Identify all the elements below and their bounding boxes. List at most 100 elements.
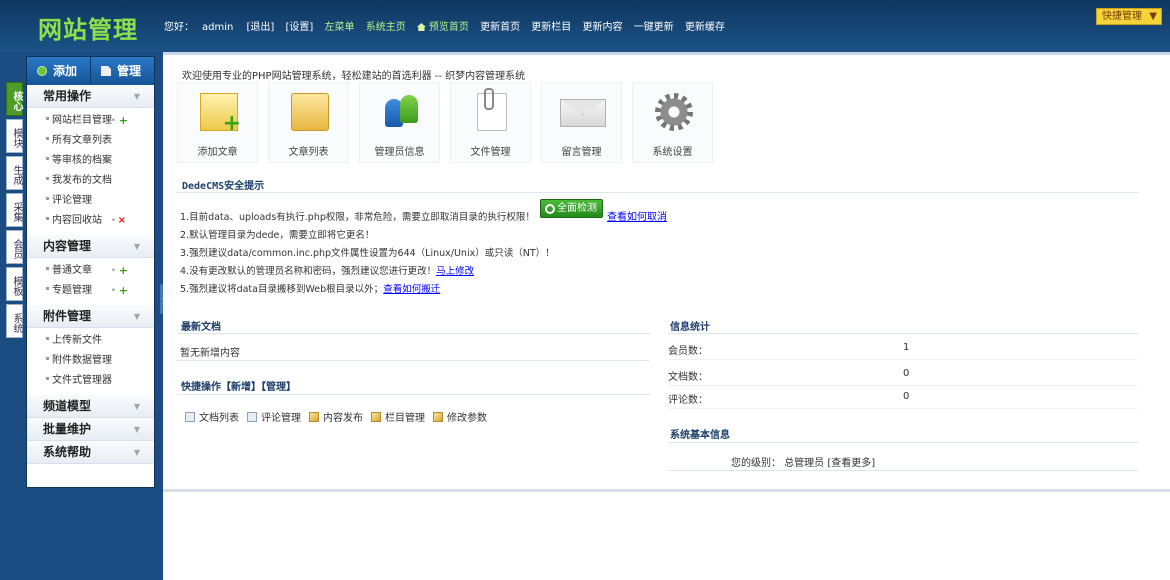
- section-help[interactable]: 系统帮助 ▼: [27, 441, 154, 464]
- update-content-link[interactable]: 更新内容: [582, 22, 622, 33]
- tab-templates[interactable]: 模板: [6, 267, 23, 301]
- quick-add-article[interactable]: 添加文章: [177, 82, 258, 163]
- update-column-link[interactable]: 更新栏目: [531, 22, 571, 33]
- quick-file-manage[interactable]: 文件管理: [450, 82, 531, 163]
- add-icon[interactable]: +: [119, 111, 128, 131]
- quick-ops-add-link[interactable]: 【新增】: [221, 382, 261, 393]
- logo-text: 网站管理: [38, 16, 138, 44]
- divider: [668, 470, 1138, 471]
- recent-docs-title: 最新文档: [181, 322, 221, 333]
- bullet-icon: [46, 117, 49, 120]
- sysinfo-title: 系统基本信息: [670, 430, 730, 441]
- menu-item-comments[interactable]: 评论管理: [27, 191, 154, 211]
- update-all-link[interactable]: 一键更新: [634, 22, 674, 33]
- menu-item-attachment-data[interactable]: 附件数据管理: [27, 351, 154, 371]
- quick-icon-label: 添加文章: [197, 147, 238, 158]
- section-title: 附件管理: [43, 309, 92, 323]
- section-content-manage[interactable]: 内容管理 ▼: [27, 235, 154, 258]
- top-header: 网站管理 您好： admin [退出] [设置] 左菜单 系统主页 预览首页 更新…: [0, 0, 1170, 52]
- quick-guestbook[interactable]: 留言管理: [541, 82, 622, 163]
- section-batch[interactable]: 批量维护 ▼: [27, 418, 154, 441]
- quick-op-comments[interactable]: 评论管理: [247, 409, 301, 424]
- tab-collect[interactable]: 采集: [6, 193, 23, 227]
- preview-home-link[interactable]: 预览首页: [416, 22, 469, 33]
- stat-label: 文档数：: [668, 372, 708, 383]
- section-common-ops-items: 网站栏目管理 • + 所有文章列表 等审核的档案 我发布的文档 评论管理 内容回收站…: [27, 108, 154, 235]
- tab-modules[interactable]: 模块: [6, 119, 23, 153]
- tab-system[interactable]: 系统: [6, 304, 23, 338]
- menu-item-upload[interactable]: 上传新文件: [27, 331, 154, 351]
- tab-generate[interactable]: 生成: [6, 156, 23, 190]
- left-menu-link[interactable]: 左菜单: [325, 22, 355, 33]
- bullet-icon: [46, 157, 49, 160]
- add-article-icon: [200, 93, 241, 136]
- section-title: 系统帮助: [43, 445, 92, 459]
- tab-core[interactable]: 核心: [6, 82, 23, 116]
- clear-icon[interactable]: ×: [118, 211, 126, 231]
- menu-item-file-manager[interactable]: 文件式管理器: [27, 371, 154, 391]
- section-content-items: 普通文章 • + 专题管理 • +: [27, 258, 154, 305]
- manage-tab-button[interactable]: 管理: [90, 57, 154, 85]
- paperclip-file-icon: [477, 88, 507, 131]
- update-home-link[interactable]: 更新首页: [480, 22, 520, 33]
- document-icon: [185, 411, 195, 422]
- see-more-link[interactable]: [查看更多]: [827, 458, 875, 469]
- bullet-icon: [46, 177, 49, 180]
- tab-members[interactable]: 会员: [6, 230, 23, 264]
- section-title: 批量维护: [43, 422, 92, 436]
- quick-op-doc-list[interactable]: 文档列表: [185, 409, 239, 424]
- quick-op-columns[interactable]: 栏目管理: [371, 409, 425, 424]
- stat-value: 1: [903, 342, 910, 353]
- quick-admin-info[interactable]: 管理员信息: [359, 82, 440, 163]
- update-cache-link[interactable]: 更新缓存: [685, 22, 725, 33]
- menu-item-normal-article[interactable]: 普通文章 • +: [27, 261, 154, 281]
- logout-link[interactable]: [退出]: [247, 22, 275, 33]
- menu-item-topics[interactable]: 专题管理 • +: [27, 281, 154, 301]
- quick-op-label: 评论管理: [261, 413, 301, 424]
- modify-now-link[interactable]: 马上修改: [436, 266, 474, 277]
- quick-system-settings[interactable]: 系统设置: [632, 82, 713, 163]
- chevron-down-icon: ▼: [133, 92, 140, 101]
- quick-op-params[interactable]: 修改参数: [433, 409, 487, 424]
- settings-link[interactable]: [设置]: [286, 22, 314, 33]
- add-tab-label: 添加: [53, 64, 78, 78]
- menu-item-pending[interactable]: 等审核的档案: [27, 151, 154, 171]
- stat-row-docs: 文档数： 0: [668, 364, 1138, 386]
- home-icon: [416, 23, 426, 31]
- divider: [668, 333, 1138, 334]
- security-tip-5: 5.强烈建议将data目录搬移到Web根目录以外；查看如何搬迁: [180, 281, 440, 295]
- chevron-down-icon: ▼: [1149, 11, 1157, 22]
- quick-article-list[interactable]: 文章列表: [268, 82, 349, 163]
- quick-ops-manage-link[interactable]: 【管理】: [261, 382, 296, 393]
- system-home-link[interactable]: 系统主页: [366, 22, 406, 33]
- sidebar-menu: 添加 管理 常用操作 ▼ 网站栏目管理 • + 所有文章列表 等审核的档案 我发布的文…: [26, 56, 155, 488]
- full-scan-button[interactable]: 全面检测: [540, 199, 603, 218]
- site-logo[interactable]: 网站管理: [38, 10, 138, 45]
- quick-ops-title-text: 快捷操作: [181, 382, 221, 393]
- how-to-cancel-link[interactable]: 查看如何取消: [607, 208, 667, 223]
- how-to-move-link[interactable]: 查看如何搬迁: [383, 284, 440, 295]
- chevron-down-icon: ▼: [133, 448, 140, 457]
- security-tip-4-text: 4.没有更改默认的管理员名称和密码，强烈建议您进行更改！: [180, 266, 437, 277]
- admin-level-line: 您的级别： 总管理员 [查看更多]: [731, 454, 875, 469]
- menu-item-column-manage[interactable]: 网站栏目管理 • +: [27, 111, 154, 131]
- add-icon[interactable]: +: [119, 261, 128, 281]
- divider: [177, 360, 650, 361]
- menu-item-all-articles[interactable]: 所有文章列表: [27, 131, 154, 151]
- main-panel: 欢迎使用专业的PHP网站管理系统，轻松建站的首选利器 -- 织梦内容管理系统 添…: [163, 52, 1170, 580]
- section-common-ops[interactable]: 常用操作 ▼: [27, 85, 154, 108]
- section-channel-model[interactable]: 频道模型 ▼: [27, 395, 154, 418]
- chevron-down-icon: ▼: [133, 242, 140, 251]
- security-tips-title: DedeCMS安全提示: [182, 181, 265, 192]
- menu-item-my-docs[interactable]: 我发布的文档: [27, 171, 154, 191]
- add-icon[interactable]: +: [119, 281, 128, 301]
- section-attachments[interactable]: 附件管理 ▼: [27, 305, 154, 328]
- quick-op-label: 栏目管理: [385, 413, 425, 424]
- add-tab-button[interactable]: 添加: [27, 57, 90, 85]
- quick-op-publish[interactable]: 内容发布: [309, 409, 363, 424]
- quick-manage-dropdown[interactable]: 快捷管理 ▼: [1096, 8, 1162, 25]
- menu-item-recycle[interactable]: 内容回收站 • ×: [27, 211, 154, 231]
- bullet-icon: [46, 197, 49, 200]
- envelope-icon: [560, 99, 606, 127]
- users-icon: [382, 93, 420, 131]
